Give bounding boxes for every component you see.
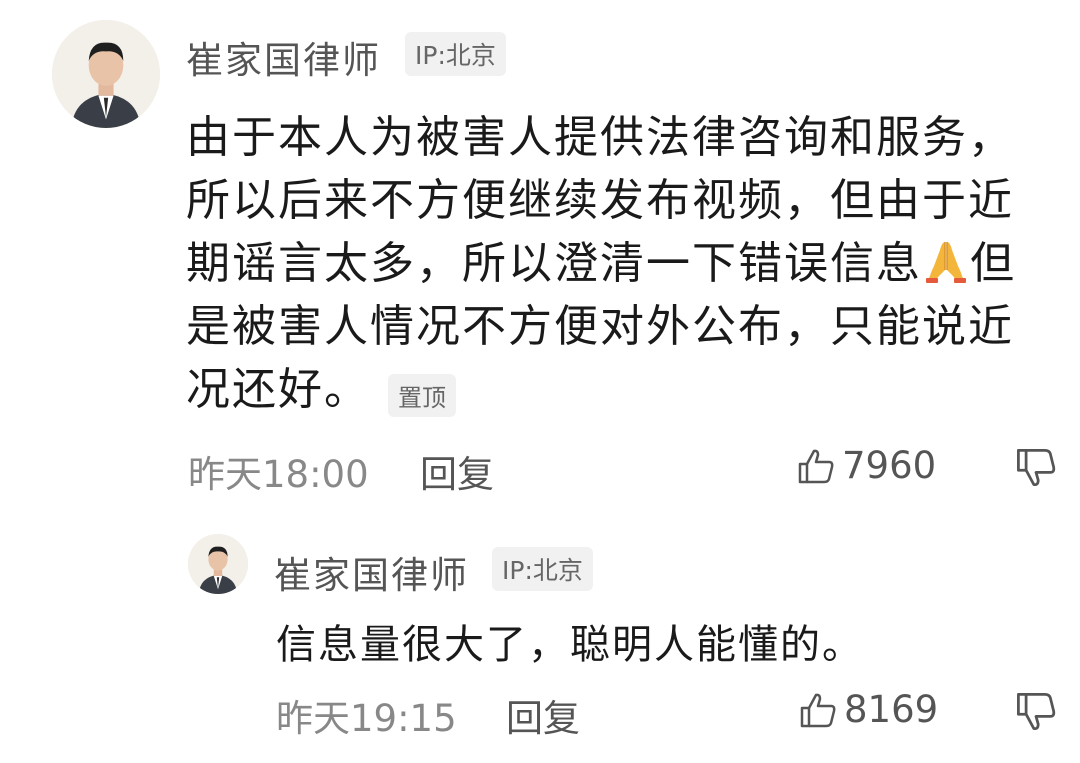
avatar-portrait-icon [52, 20, 160, 128]
comment-text-line-3-main: 期谣言太多，所以澄清一下错误信息 [186, 238, 922, 289]
comment-text-line-4: 是被害人情况不方便对外公布，只能说近 [186, 301, 1014, 352]
comment-text-line-3: 期谣言太多，所以澄清一下错误信息但 [186, 227, 1016, 291]
comment-ip-badge: IP:北京 [405, 32, 506, 76]
comment-text-line-5: 况还好。 [186, 364, 370, 415]
comment-like-count: 7960 [842, 444, 937, 487]
reply-text: 信息量很大了，聪明人能懂的。 [276, 622, 864, 668]
thumbs-down-icon[interactable] [1014, 446, 1058, 490]
comment-text-line-3-tail: 但 [970, 238, 1016, 289]
reply-reply-button[interactable]: 回复 [506, 688, 580, 742]
reply-ip-badge: IP:北京 [492, 547, 593, 591]
comment-like-button[interactable]: 7960 [796, 444, 936, 487]
thumbs-up-icon [800, 693, 836, 727]
reply-timestamp: 昨天19:15 [276, 697, 457, 740]
comment-text-line-2: 所以后来不方便继续发布视频，但由于近 [186, 175, 1014, 226]
comment-timestamp: 昨天18:00 [188, 453, 369, 496]
thumbs-up-icon [798, 449, 834, 483]
thumbs-down-icon[interactable] [1014, 690, 1058, 734]
reply-like-button[interactable]: 8169 [798, 688, 938, 731]
avatar-portrait-icon [188, 534, 248, 594]
reply-author-name[interactable]: 崔家国律师 [274, 545, 469, 599]
reply-like-count: 8169 [844, 688, 939, 731]
comment-author-name[interactable]: 崔家国律师 [186, 30, 381, 84]
folded-hands-emoji [926, 242, 966, 283]
comment-text-line-1: 由于本人为被害人提供法律咨询和服务， [186, 112, 1014, 163]
reply-author-avatar[interactable] [188, 534, 248, 594]
comment-thread: 崔家国律师 IP:北京 由于本人为被害人提供法律咨询和服务， 所以后来不方便继续… [0, 0, 1080, 763]
author-avatar[interactable] [52, 20, 160, 128]
pinned-badge: 置顶 [388, 374, 456, 417]
comment-reply-button[interactable]: 回复 [420, 444, 494, 498]
